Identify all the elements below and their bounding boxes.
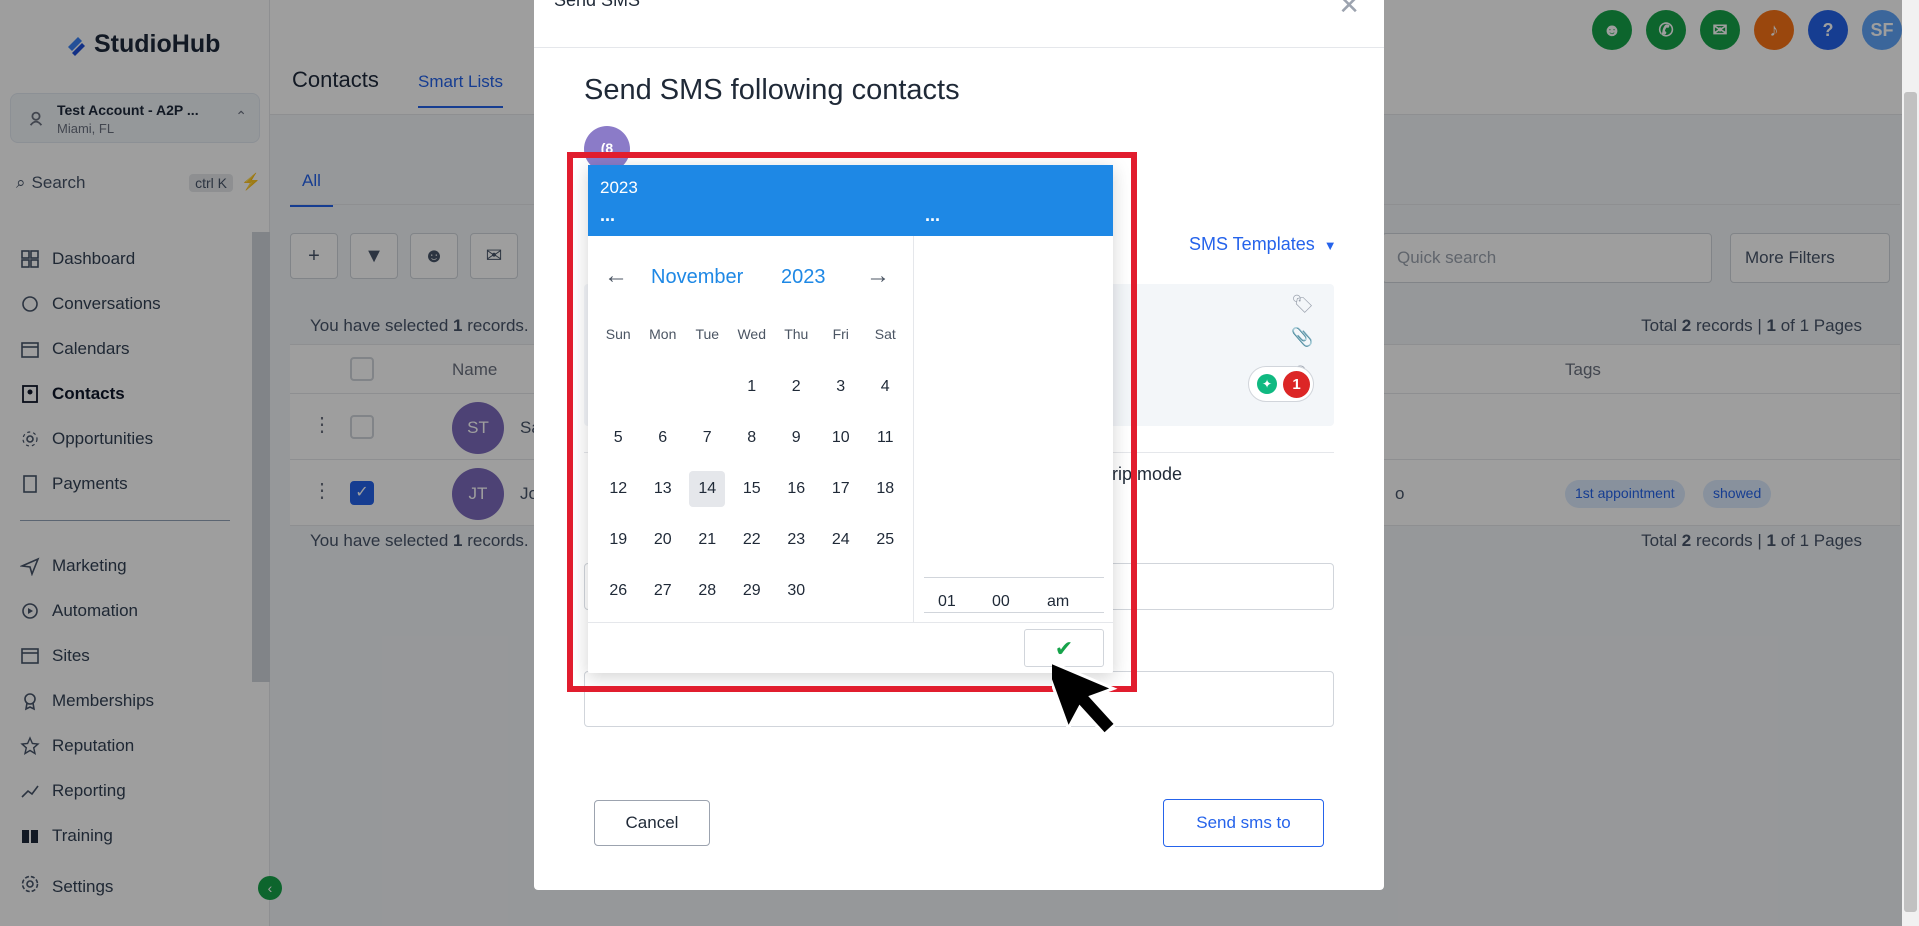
lightbulb-icon: ✦ bbox=[1257, 374, 1277, 394]
page-scrollbar[interactable] bbox=[1902, 0, 1919, 926]
caret-down-icon: ▼ bbox=[1323, 238, 1337, 253]
modal-title: Send SMS following contacts bbox=[584, 74, 960, 106]
paperclip-icon[interactable]: 📎 bbox=[1291, 327, 1314, 348]
suggestion-count: 1 bbox=[1283, 371, 1310, 398]
modal-header-title: Send SMS bbox=[554, 0, 641, 10]
sms-templates-dropdown[interactable]: SMS Templates ▼ bbox=[1189, 234, 1337, 255]
sms-templates-label: SMS Templates bbox=[1189, 234, 1315, 254]
cancel-button[interactable]: Cancel bbox=[594, 800, 710, 846]
tag-icon[interactable]: 🏷 bbox=[1291, 294, 1314, 315]
annotation-highlight-box bbox=[567, 152, 1137, 692]
close-icon[interactable]: ✕ bbox=[1338, 0, 1360, 21]
modal-header: Send SMS ✕ bbox=[534, 0, 1384, 48]
send-sms-button[interactable]: Send sms to bbox=[1163, 799, 1324, 847]
mouse-pointer-icon bbox=[1052, 656, 1118, 737]
page-scrollbar-thumb[interactable] bbox=[1904, 92, 1917, 912]
suggestion-badge[interactable]: ✦ 1 bbox=[1248, 366, 1314, 402]
